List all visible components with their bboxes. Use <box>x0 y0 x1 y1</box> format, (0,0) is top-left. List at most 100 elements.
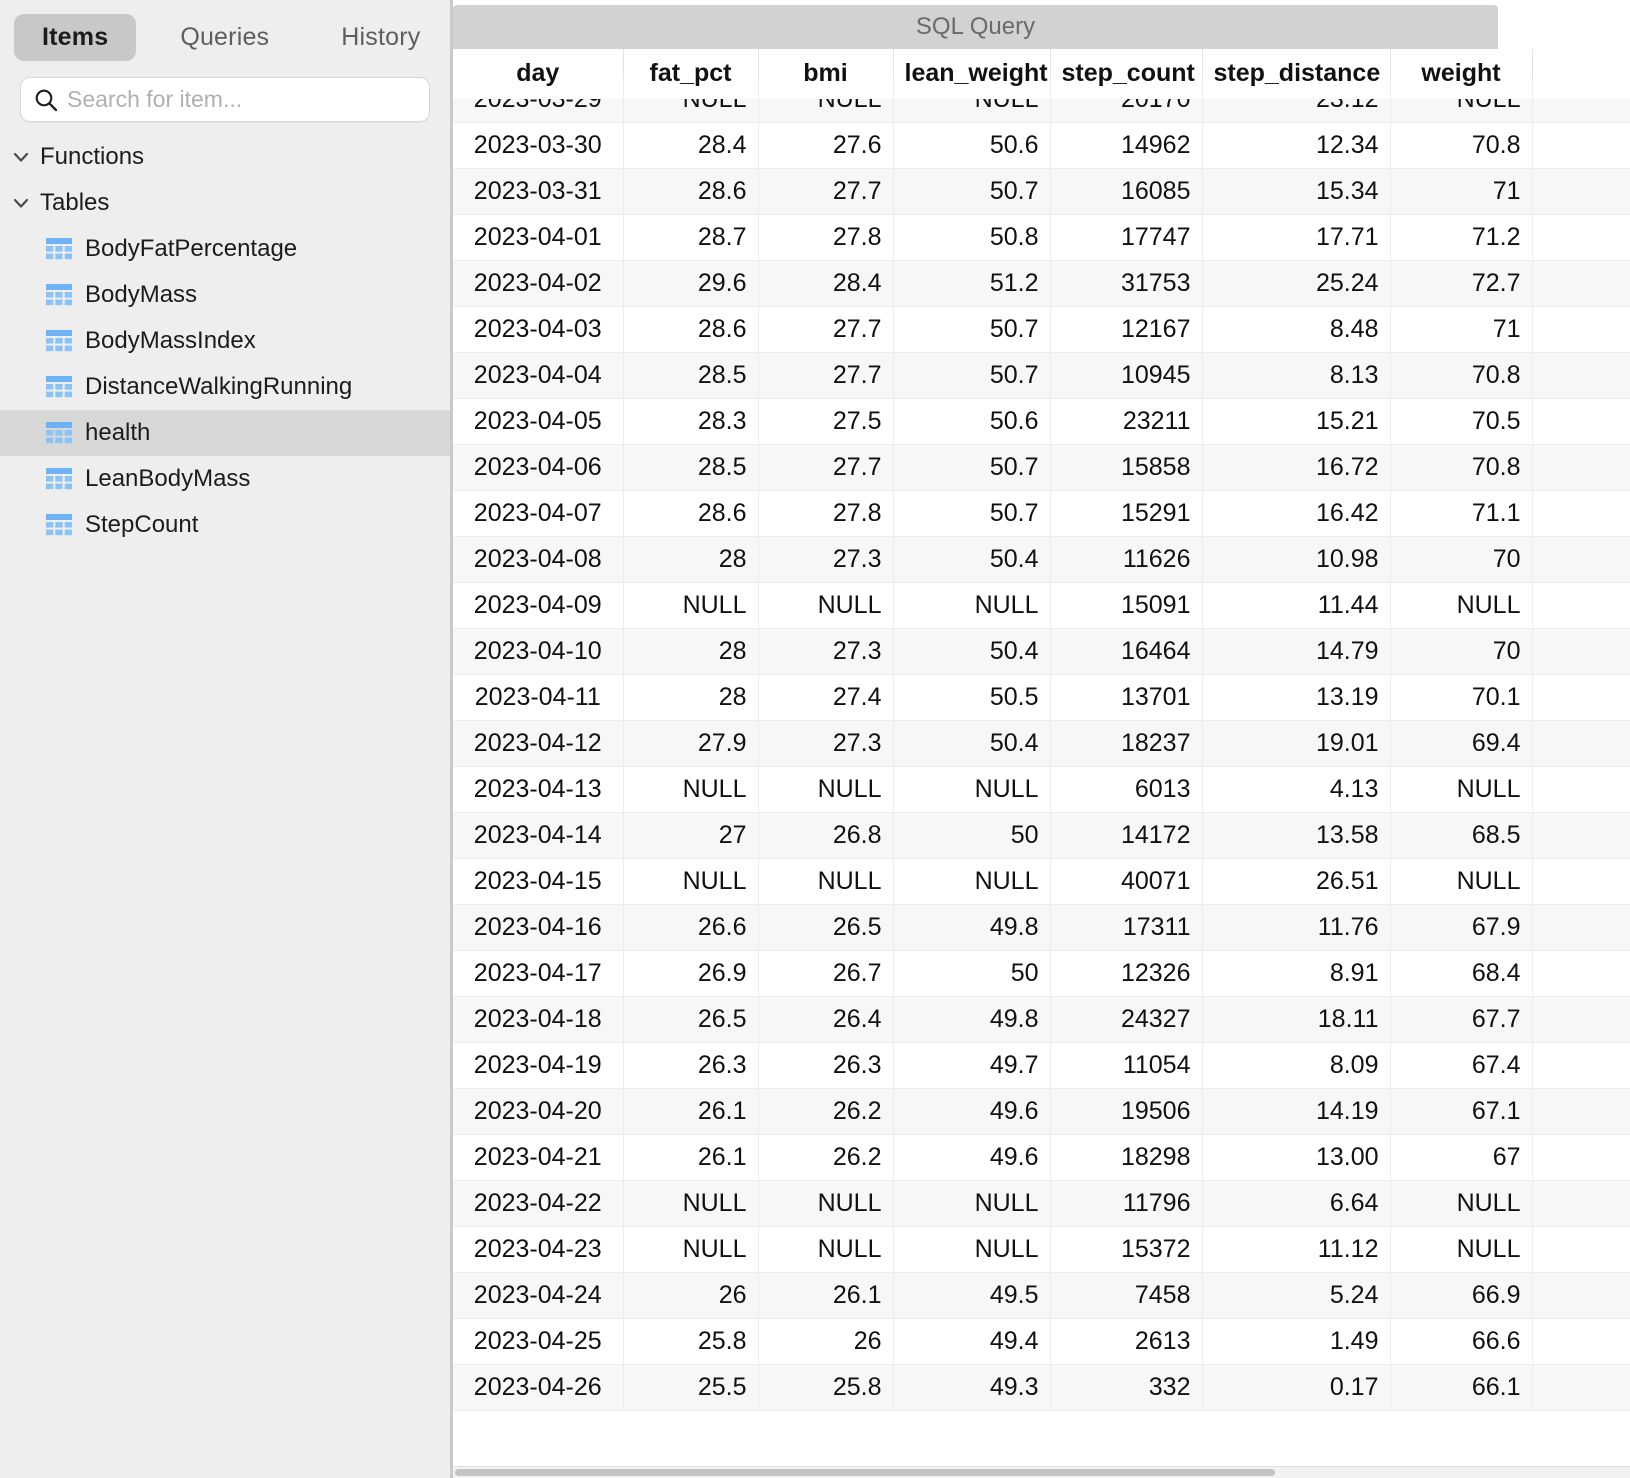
table-cell[interactable]: 49.8 <box>893 996 1051 1043</box>
table-cell[interactable]: 28.6 <box>623 306 759 353</box>
table-cell[interactable]: 28 <box>623 536 759 583</box>
table-cell[interactable]: 28.6 <box>623 168 759 215</box>
table-cell[interactable]: 50.8 <box>893 214 1051 261</box>
table-cell[interactable]: 2023-04-21 <box>453 1134 624 1181</box>
table-cell[interactable]: NULL <box>623 1226 759 1273</box>
table-cell[interactable]: 19506 <box>1050 1088 1203 1135</box>
table-cell[interactable]: 4.13 <box>1202 766 1391 813</box>
table-cell[interactable]: 26.1 <box>623 1088 759 1135</box>
table-cell[interactable] <box>1532 720 1630 767</box>
sidebar-item-bodymass[interactable]: BodyMass <box>0 272 450 318</box>
sidebar-item-stepcount[interactable]: StepCount <box>0 502 450 548</box>
search-box[interactable] <box>20 77 430 122</box>
table-cell[interactable]: 8.48 <box>1202 306 1391 353</box>
table-cell[interactable]: 28.4 <box>758 260 894 307</box>
table-cell[interactable]: 70.1 <box>1390 674 1533 721</box>
column-header-day[interactable]: day <box>453 49 624 100</box>
table-cell[interactable]: NULL <box>893 1180 1051 1227</box>
table-cell[interactable] <box>1532 950 1630 997</box>
table-cell[interactable]: 2023-04-09 <box>453 582 624 629</box>
table-cell[interactable]: 25.24 <box>1202 260 1391 307</box>
table-cell[interactable] <box>1532 996 1630 1043</box>
table-row[interactable]: 2023-04-20 26.1 26.2 49.6 19506 14.19 67.1 <box>453 1088 1630 1135</box>
tab-items[interactable]: Items <box>14 14 137 61</box>
table-cell[interactable]: 12326 <box>1050 950 1203 997</box>
table-cell[interactable]: 15291 <box>1050 490 1203 537</box>
column-header-step_distance[interactable]: step_distance <box>1202 49 1391 100</box>
table-cell[interactable]: 26.4 <box>758 996 894 1043</box>
table-cell[interactable]: 16085 <box>1050 168 1203 215</box>
table-cell[interactable]: NULL <box>893 858 1051 905</box>
table-cell[interactable] <box>1532 1042 1630 1089</box>
table-cell[interactable]: 50 <box>893 812 1051 859</box>
table-cell[interactable]: 332 <box>1050 1364 1203 1411</box>
table-cell[interactable]: 0.17 <box>1202 1364 1391 1411</box>
tab-queries[interactable]: Queries <box>152 14 297 61</box>
table-cell[interactable]: 49.5 <box>893 1272 1051 1319</box>
table-cell[interactable]: 28 <box>623 674 759 721</box>
table-row[interactable]: 2023-04-05 28.3 27.5 50.6 23211 15.21 70.5 <box>453 398 1630 445</box>
table-cell[interactable]: 15858 <box>1050 444 1203 491</box>
table-row[interactable]: 2023-04-03 28.6 27.7 50.7 12167 8.48 71 <box>453 306 1630 353</box>
table-cell[interactable]: 14962 <box>1050 122 1203 169</box>
table-cell[interactable]: 11054 <box>1050 1042 1203 1089</box>
table-row[interactable]: 2023-04-10 28 27.3 50.4 16464 14.79 70 <box>453 628 1630 675</box>
table-cell[interactable]: 12.34 <box>1202 122 1391 169</box>
table-cell[interactable]: NULL <box>893 766 1051 813</box>
table-cell[interactable] <box>1532 1364 1630 1411</box>
table-cell[interactable]: NULL <box>623 582 759 629</box>
table-cell[interactable]: 2023-04-15 <box>453 858 624 905</box>
table-cell[interactable]: 26.1 <box>623 1134 759 1181</box>
table-cell[interactable]: 71 <box>1390 168 1533 215</box>
table-cell[interactable]: 14172 <box>1050 812 1203 859</box>
table-cell[interactable]: NULL <box>758 1226 894 1273</box>
table-cell[interactable]: 2023-04-25 <box>453 1318 624 1365</box>
table-cell[interactable]: 27.7 <box>758 168 894 215</box>
table-cell[interactable]: 67.9 <box>1390 904 1533 951</box>
table-cell[interactable] <box>1532 536 1630 583</box>
sidebar-item-leanbodymass[interactable]: LeanBodyMass <box>0 456 450 502</box>
table-cell[interactable]: 13.00 <box>1202 1134 1391 1181</box>
table-cell[interactable]: 49.7 <box>893 1042 1051 1089</box>
sidebar-item-bodymassindex[interactable]: BodyMassIndex <box>0 318 450 364</box>
table-cell[interactable]: 50.4 <box>893 628 1051 675</box>
table-cell[interactable]: 26 <box>623 1272 759 1319</box>
table-cell[interactable]: 27.7 <box>758 444 894 491</box>
scrollbar-thumb[interactable] <box>455 1469 1275 1476</box>
table-cell[interactable]: 27.8 <box>758 490 894 537</box>
table-cell[interactable]: 27.3 <box>758 720 894 767</box>
table-cell[interactable]: 28.6 <box>623 490 759 537</box>
table-row[interactable]: 2023-04-02 29.6 28.4 51.2 31753 25.24 72.7 <box>453 260 1630 307</box>
sidebar-item-bodyfatpercentage[interactable]: BodyFatPercentage <box>0 226 450 272</box>
table-cell[interactable] <box>1532 1272 1630 1319</box>
table-cell[interactable]: 66.6 <box>1390 1318 1533 1365</box>
table-cell[interactable]: 26.3 <box>758 1042 894 1089</box>
table-cell[interactable]: 26.3 <box>623 1042 759 1089</box>
table-cell[interactable]: 2613 <box>1050 1318 1203 1365</box>
table-cell[interactable] <box>1532 398 1630 445</box>
table-cell[interactable]: 2023-04-02 <box>453 260 624 307</box>
table-cell[interactable]: 2023-04-11 <box>453 674 624 721</box>
table-cell[interactable]: 27.3 <box>758 628 894 675</box>
table-cell[interactable]: 26.6 <box>623 904 759 951</box>
table-cell[interactable]: 2023-04-01 <box>453 214 624 261</box>
table-cell[interactable]: 67.7 <box>1390 996 1533 1043</box>
table-row[interactable]: 2023-04-24 26 26.1 49.5 7458 5.24 66.9 <box>453 1272 1630 1319</box>
table-row[interactable]: 2023-04-04 28.5 27.7 50.7 10945 8.13 70.8 <box>453 352 1630 399</box>
table-cell[interactable]: 2023-04-22 <box>453 1180 624 1227</box>
table-cell[interactable]: 25.5 <box>623 1364 759 1411</box>
column-header-weight[interactable]: weight <box>1390 49 1533 100</box>
table-row[interactable]: 2023-04-01 28.7 27.8 50.8 17747 17.71 71.2 <box>453 214 1630 261</box>
table-cell[interactable]: NULL <box>893 582 1051 629</box>
sidebar-item-distancewalkingrunning[interactable]: DistanceWalkingRunning <box>0 364 450 410</box>
table-cell[interactable]: NULL <box>1390 1226 1533 1273</box>
table-cell[interactable]: 50.5 <box>893 674 1051 721</box>
table-row[interactable]: 2023-04-19 26.3 26.3 49.7 11054 8.09 67.4 <box>453 1042 1630 1089</box>
table-cell[interactable]: 27.9 <box>623 720 759 767</box>
table-cell[interactable]: NULL <box>1390 766 1533 813</box>
table-row[interactable]: 2023-04-11 28 27.4 50.5 13701 13.19 70.1 <box>453 674 1630 721</box>
table-cell[interactable]: 15.34 <box>1202 168 1391 215</box>
horizontal-scrollbar[interactable] <box>453 1466 1630 1478</box>
table-cell[interactable]: 11.76 <box>1202 904 1391 951</box>
table-cell[interactable]: 11626 <box>1050 536 1203 583</box>
